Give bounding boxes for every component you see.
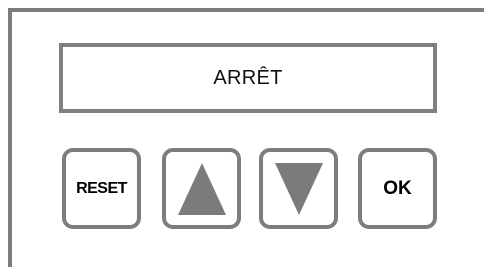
ok-button[interactable]: OK [358,148,437,229]
reset-button-label: RESET [76,179,127,197]
up-button[interactable] [162,148,241,229]
down-button[interactable] [259,148,338,229]
status-display: ARRÊT [59,43,437,113]
triangle-up-icon [176,161,228,217]
status-display-text: ARRÊT [213,66,283,89]
triangle-down-icon [273,161,325,217]
reset-button[interactable]: RESET [62,148,141,229]
ok-button-label: OK [383,177,412,199]
